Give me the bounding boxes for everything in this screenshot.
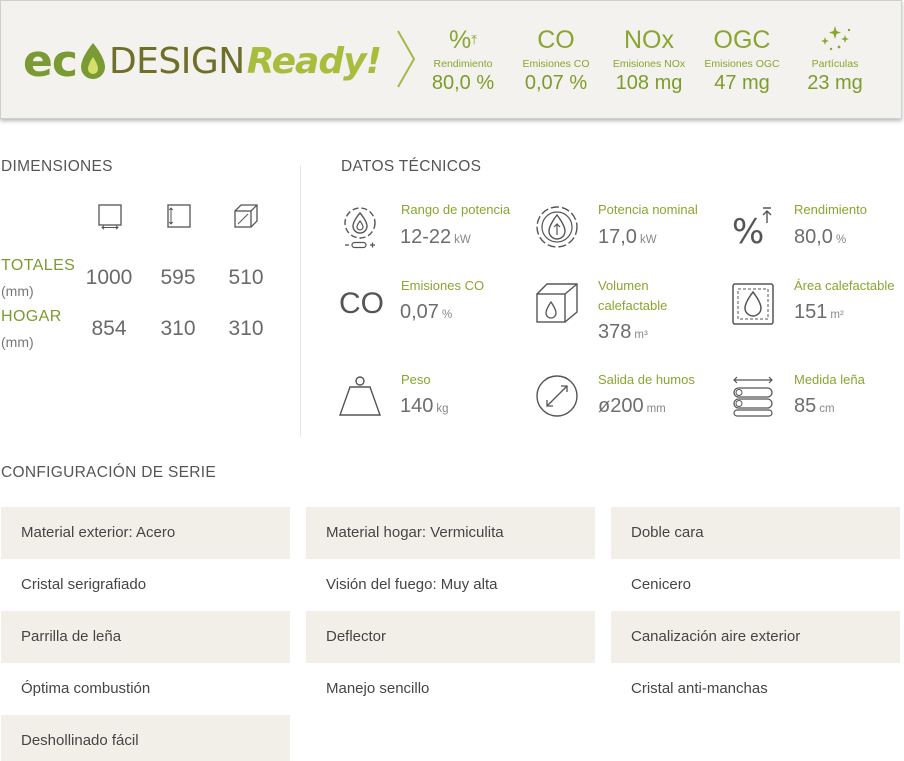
config-item: Manejo sencillo <box>306 663 595 715</box>
dim-row-unit: (mm) <box>1 283 34 299</box>
flue-outlet-icon <box>536 375 578 417</box>
config-item: Parrilla de leña <box>1 611 290 663</box>
dim-value: 1000 <box>85 266 133 289</box>
config-item: Deflector <box>306 611 595 663</box>
config-item: Material exterior: Acero <box>1 507 290 559</box>
banner-stat-value: 47 mg <box>714 72 770 94</box>
banner-stat-nox: NOx Emisiones NOx 108 mg <box>603 25 695 95</box>
banner-stat-value: 108 mg <box>615 72 683 94</box>
heated-volume-icon <box>536 283 578 323</box>
percent-icon: %⤒ <box>449 26 477 54</box>
height-icon <box>167 204 191 228</box>
config-item: Doble cara <box>611 507 900 559</box>
dim-value: 310 <box>228 317 264 340</box>
banner-stat-value: 80,0 % <box>431 72 495 94</box>
dim-value: 510 <box>228 266 264 289</box>
tech-value: 17,0 kW <box>598 226 657 248</box>
tech-label: Salida de humos <box>598 372 695 387</box>
tech-value: 80,0% <box>794 226 847 248</box>
tech-label: Peso <box>401 372 431 387</box>
tech-value: 378 m³ <box>598 321 648 343</box>
sparkles-icon <box>821 26 851 51</box>
config-item: Cristal anti-manchas <box>611 663 900 715</box>
tech-label: Rendimiento <box>794 202 867 217</box>
depth-icon <box>234 204 258 228</box>
banner-stat-label: Rendimiento <box>433 58 493 70</box>
dim-value: 595 <box>160 266 196 289</box>
nominal-power-icon <box>536 206 578 248</box>
log-length-icon <box>733 376 773 417</box>
banner-stat-symbol: OGC <box>713 26 771 54</box>
config-item: Óptima combustión <box>1 663 290 715</box>
logo-ready-text: Ready! <box>246 41 382 82</box>
dim-row-label-totales: TOTALES <box>1 257 76 274</box>
tech-value: 0,07% <box>400 301 453 323</box>
dim-value: 310 <box>160 317 196 340</box>
tech-label: Rango de potencia <box>401 202 511 217</box>
config-item: Material hogar: Vermiculita <box>306 507 595 559</box>
dimensions-heading: DIMENSIONES <box>1 158 113 175</box>
tech-value: 140 kg <box>400 395 449 417</box>
banner-stat-symbol: NOx <box>624 26 674 54</box>
config-item: Deshollinado fácil <box>1 715 290 761</box>
tech-label: Potencia nominal <box>598 202 698 217</box>
config-item: Canalización aire exterior <box>611 611 900 663</box>
logo-eco-text: ec <box>23 36 78 87</box>
weight-icon <box>339 376 381 416</box>
banner-stat-symbol: CO <box>537 26 575 54</box>
banner-stat-label: Emisiones CO <box>522 58 590 70</box>
tech-label: Volumen calefactable <box>598 278 668 313</box>
config-item: Visión del fuego: Muy alta <box>306 559 595 611</box>
banner-stat-label: Emisiones NOx <box>612 58 686 70</box>
banner-stat-particles: Partículas 23 mg <box>789 25 881 95</box>
tech-label: Emisiones CO <box>401 278 485 293</box>
tech-data-heading: DATOS TÉCNICOS <box>341 158 482 175</box>
tech-value: ø200 mm <box>598 395 666 417</box>
tech-label: Área calefactable <box>794 278 895 293</box>
tech-value: 151 m² <box>794 301 844 323</box>
dim-row-unit: (mm) <box>1 334 34 350</box>
banner-stat-value: 0,07 % <box>524 72 588 94</box>
config-heading: CONFIGURACIÓN DE SERIE <box>1 464 217 481</box>
tech-label: Medida leña <box>794 372 865 387</box>
dim-row-label-hogar: HOGAR <box>1 308 62 325</box>
banner-stat-label: Emisiones OGC <box>704 58 780 70</box>
heated-area-icon <box>732 283 774 325</box>
co-emissions-icon: CO <box>339 287 384 320</box>
tech-value: 85 cm <box>794 395 835 417</box>
width-icon <box>98 204 122 230</box>
power-range-icon <box>344 207 376 249</box>
flame-drop-icon <box>80 43 105 79</box>
config-item: Cenicero <box>611 559 900 611</box>
banner-stat-value: 23 mg <box>807 72 863 94</box>
efficiency-icon: % <box>732 207 772 249</box>
ecodesign-banner: ec DESIGN Ready! %⤒ Rendimiento 80,0 % C… <box>0 0 902 119</box>
banner-stat-co: CO Emisiones CO 0,07 % <box>510 25 602 95</box>
banner-stat-label: Partículas <box>811 58 859 70</box>
banner-stat-ogc: OGC Emisiones OGC 47 mg <box>696 25 788 95</box>
banner-stat-efficiency: %⤒ Rendimiento 80,0 % <box>417 25 509 95</box>
svg-text:%: % <box>732 212 764 249</box>
section-divider <box>300 165 301 437</box>
config-item: Cristal serigrafiado <box>1 559 290 611</box>
logo-design-text: DESIGN <box>108 41 245 82</box>
ecodesign-ready-logo: ec DESIGN Ready! <box>23 33 382 87</box>
chevron-right-icon <box>397 30 416 88</box>
dim-value: 854 <box>91 317 127 340</box>
tech-value: 12-22 kW <box>400 226 471 248</box>
